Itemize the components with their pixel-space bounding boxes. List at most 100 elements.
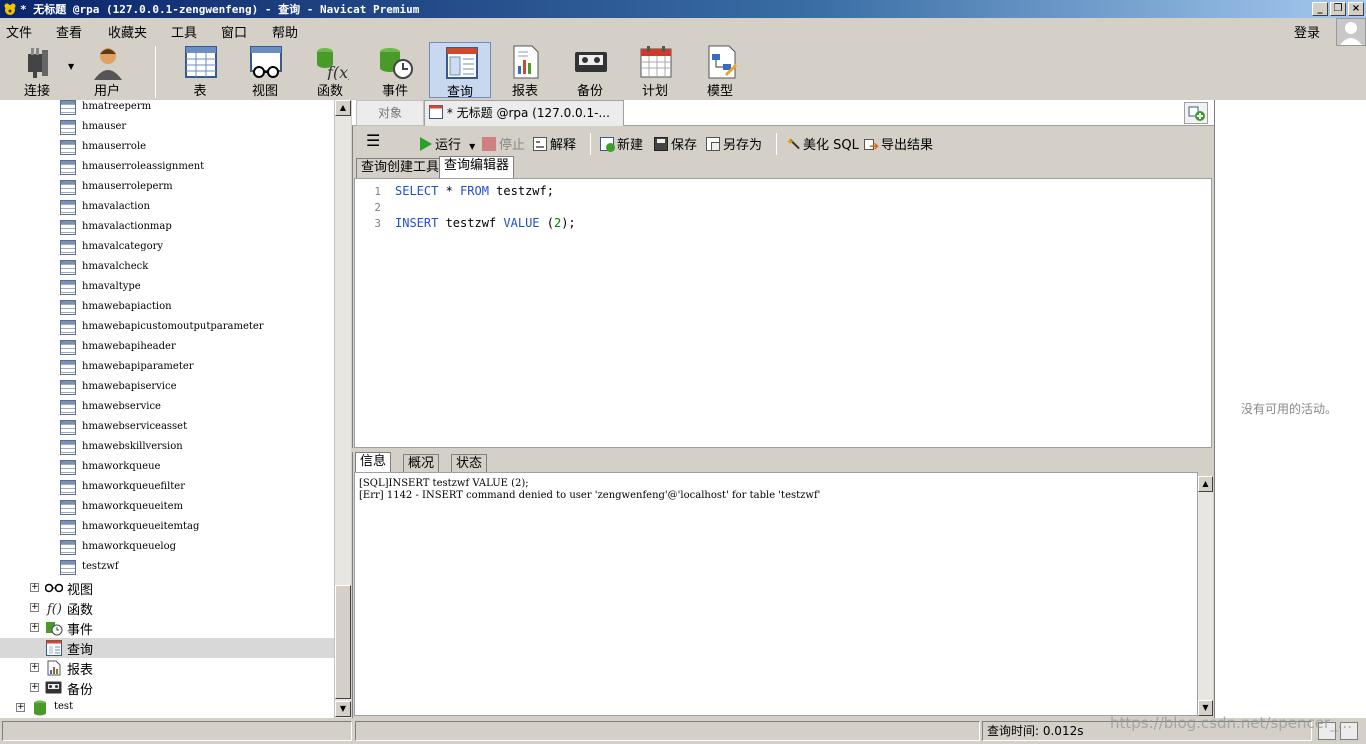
scrollbar-thumb[interactable] — [335, 585, 351, 699]
toolbar-connection-button[interactable]: 连接 ▼ — [6, 42, 74, 99]
tab-query-editor[interactable]: 查询编辑器 — [439, 156, 515, 178]
beautify-sql-button[interactable]: ✦ 美化 SQL — [786, 134, 859, 153]
sql-text: * — [438, 184, 461, 198]
table-row[interactable]: hmaworkqueueitem — [0, 498, 334, 518]
tab-query[interactable]: * 无标题 @rpa (127.0.0.1-... — [424, 100, 624, 126]
toolbar-schedule-button[interactable]: 计划 — [624, 42, 686, 99]
login-link[interactable]: 登录 — [1294, 22, 1320, 41]
tab-objects[interactable]: 对象 — [356, 100, 424, 126]
line-number: 2 — [374, 201, 381, 214]
table-row[interactable]: hmawebapiheader — [0, 338, 334, 358]
toolbar-query-button[interactable]: 查询 — [429, 42, 491, 100]
tab-messages[interactable]: 信息 — [355, 452, 392, 472]
message-line: [SQL]INSERT testzwf VALUE (2); — [359, 478, 529, 489]
menu-window[interactable]: 窗口 — [221, 22, 247, 41]
tree-category-backups[interactable]: + 备份 — [0, 678, 334, 698]
menu-view[interactable]: 查看 — [56, 22, 82, 41]
sql-editor[interactable]: 1 2 3 SELECT * FROM testzwf; INSERT test… — [354, 178, 1212, 448]
toolbar-backup-button[interactable]: 备份 — [559, 42, 621, 99]
expand-icon[interactable]: + — [16, 703, 25, 712]
tab-status[interactable]: 状态 — [451, 454, 488, 472]
table-row[interactable]: hmawebservice — [0, 398, 334, 418]
tab-query-builder[interactable]: 查询创建工具 — [356, 158, 445, 178]
expand-icon[interactable]: + — [30, 603, 39, 612]
tree-category-reports[interactable]: + 报表 — [0, 658, 334, 678]
table-row[interactable]: hmavalaction — [0, 198, 334, 218]
table-row[interactable]: hmaworkqueue — [0, 458, 334, 478]
menu-tools[interactable]: 工具 — [171, 22, 197, 41]
tree-category-views[interactable]: + 视图 — [0, 578, 334, 598]
toolbar-view-button[interactable]: 视图 — [234, 42, 296, 99]
toolbar-event-button[interactable]: 事件 — [364, 42, 426, 99]
table-row[interactable]: hmawebskillversion — [0, 438, 334, 458]
expand-icon[interactable]: + — [30, 683, 39, 692]
scroll-up-icon[interactable]: ▲ — [335, 100, 351, 116]
table-row[interactable]: hmawebserviceasset — [0, 418, 334, 438]
sql-text: testzwf — [438, 216, 504, 230]
table-row[interactable]: hmavalactionmap — [0, 218, 334, 238]
expand-icon[interactable]: + — [30, 663, 39, 672]
menu-help[interactable]: 帮助 — [272, 22, 298, 41]
table-row[interactable]: testzwf — [0, 558, 334, 578]
table-icon — [185, 46, 217, 78]
scroll-down-icon[interactable]: ▼ — [335, 701, 351, 717]
table-row[interactable]: hmaworkqueueitemtag — [0, 518, 334, 538]
code-line: INSERT testzwf VALUE (2); — [395, 216, 576, 230]
table-row[interactable]: hmaworkqueuelog — [0, 538, 334, 558]
table-row[interactable]: hmauserrole — [0, 138, 334, 158]
tree-category-functions[interactable]: + f() 函数 — [0, 598, 334, 618]
pane-splitter[interactable] — [352, 448, 1214, 452]
table-name: testzwf — [82, 561, 119, 572]
table-row[interactable]: hmavalcheck — [0, 258, 334, 278]
scroll-up-icon[interactable]: ▲ — [1198, 476, 1213, 492]
table-name: hmauser — [82, 121, 127, 132]
save-button[interactable]: 保存 — [654, 134, 697, 153]
table-row[interactable]: hmawebapiservice — [0, 378, 334, 398]
object-tree[interactable]: hmatreeperm hmauser hmauserrole hmauserrole… — [0, 100, 334, 718]
expand-icon[interactable]: + — [30, 623, 39, 632]
restore-button[interactable]: ❐ — [1330, 2, 1346, 16]
minimize-button[interactable]: _ — [1312, 2, 1328, 16]
table-row[interactable]: hmavaltype — [0, 278, 334, 298]
message-pane[interactable]: [SQL]INSERT testzwf VALUE (2); [Err] 114… — [354, 472, 1198, 716]
table-row[interactable]: hmauserroleperm — [0, 178, 334, 198]
chevron-down-icon[interactable]: ▼ — [68, 62, 74, 71]
tree-database-test[interactable]: + test — [0, 698, 334, 718]
table-row[interactable]: hmawebapiparameter — [0, 358, 334, 378]
toolbar-report-button[interactable]: 报表 — [494, 42, 556, 99]
table-name: hmawebapiservice — [82, 381, 177, 392]
expand-icon[interactable]: + — [30, 583, 39, 592]
tab-summary[interactable]: 概况 — [403, 454, 440, 472]
tree-scrollbar[interactable]: ▲ ▼ — [334, 100, 351, 718]
status-cell-left — [2, 721, 352, 741]
table-row[interactable]: hmauserroleassignment — [0, 158, 334, 178]
menu-favorites[interactable]: 收藏夹 — [108, 22, 147, 41]
tree-item-label: 视图 — [67, 583, 94, 598]
table-row[interactable]: hmawebapicustomoutputparameter — [0, 318, 334, 338]
function-icon: f() — [46, 602, 62, 616]
toolbar-user-button[interactable]: 用户 — [76, 42, 138, 99]
toolbar-model-button[interactable]: 模型 — [689, 42, 751, 99]
table-row[interactable]: hmawebapiaction — [0, 298, 334, 318]
hamburger-menu-icon[interactable]: ☰ — [366, 131, 380, 150]
toolbar-table-button[interactable]: 表 — [169, 42, 231, 99]
new-tab-button[interactable] — [1184, 102, 1208, 124]
tree-category-queries[interactable]: 查询 — [0, 638, 334, 658]
table-row[interactable]: hmatreeperm — [0, 100, 334, 118]
tree-category-events[interactable]: + 事件 — [0, 618, 334, 638]
explain-button[interactable]: 解释 — [533, 134, 576, 153]
chevron-down-icon[interactable]: ▼ — [469, 142, 475, 151]
toolbar-label: 计划 — [641, 84, 668, 99]
table-row[interactable]: hmavalcategory — [0, 238, 334, 258]
table-row[interactable]: hmauser — [0, 118, 334, 138]
message-scrollbar[interactable]: ▲ ▼ — [1198, 476, 1213, 716]
menu-file[interactable]: 文件 — [6, 22, 32, 41]
save-as-button[interactable]: 另存为 — [706, 134, 762, 153]
close-button[interactable]: × — [1348, 2, 1364, 16]
export-results-button[interactable]: ➔ 导出结果 — [864, 134, 933, 153]
stop-button[interactable]: 停止 — [482, 134, 525, 153]
new-query-button[interactable]: 新建 — [600, 134, 643, 153]
toolbar-function-button[interactable]: f(x) 函数 — [299, 42, 361, 99]
table-row[interactable]: hmaworkqueuefilter — [0, 478, 334, 498]
run-button[interactable]: 运行 ▼ — [420, 134, 475, 153]
